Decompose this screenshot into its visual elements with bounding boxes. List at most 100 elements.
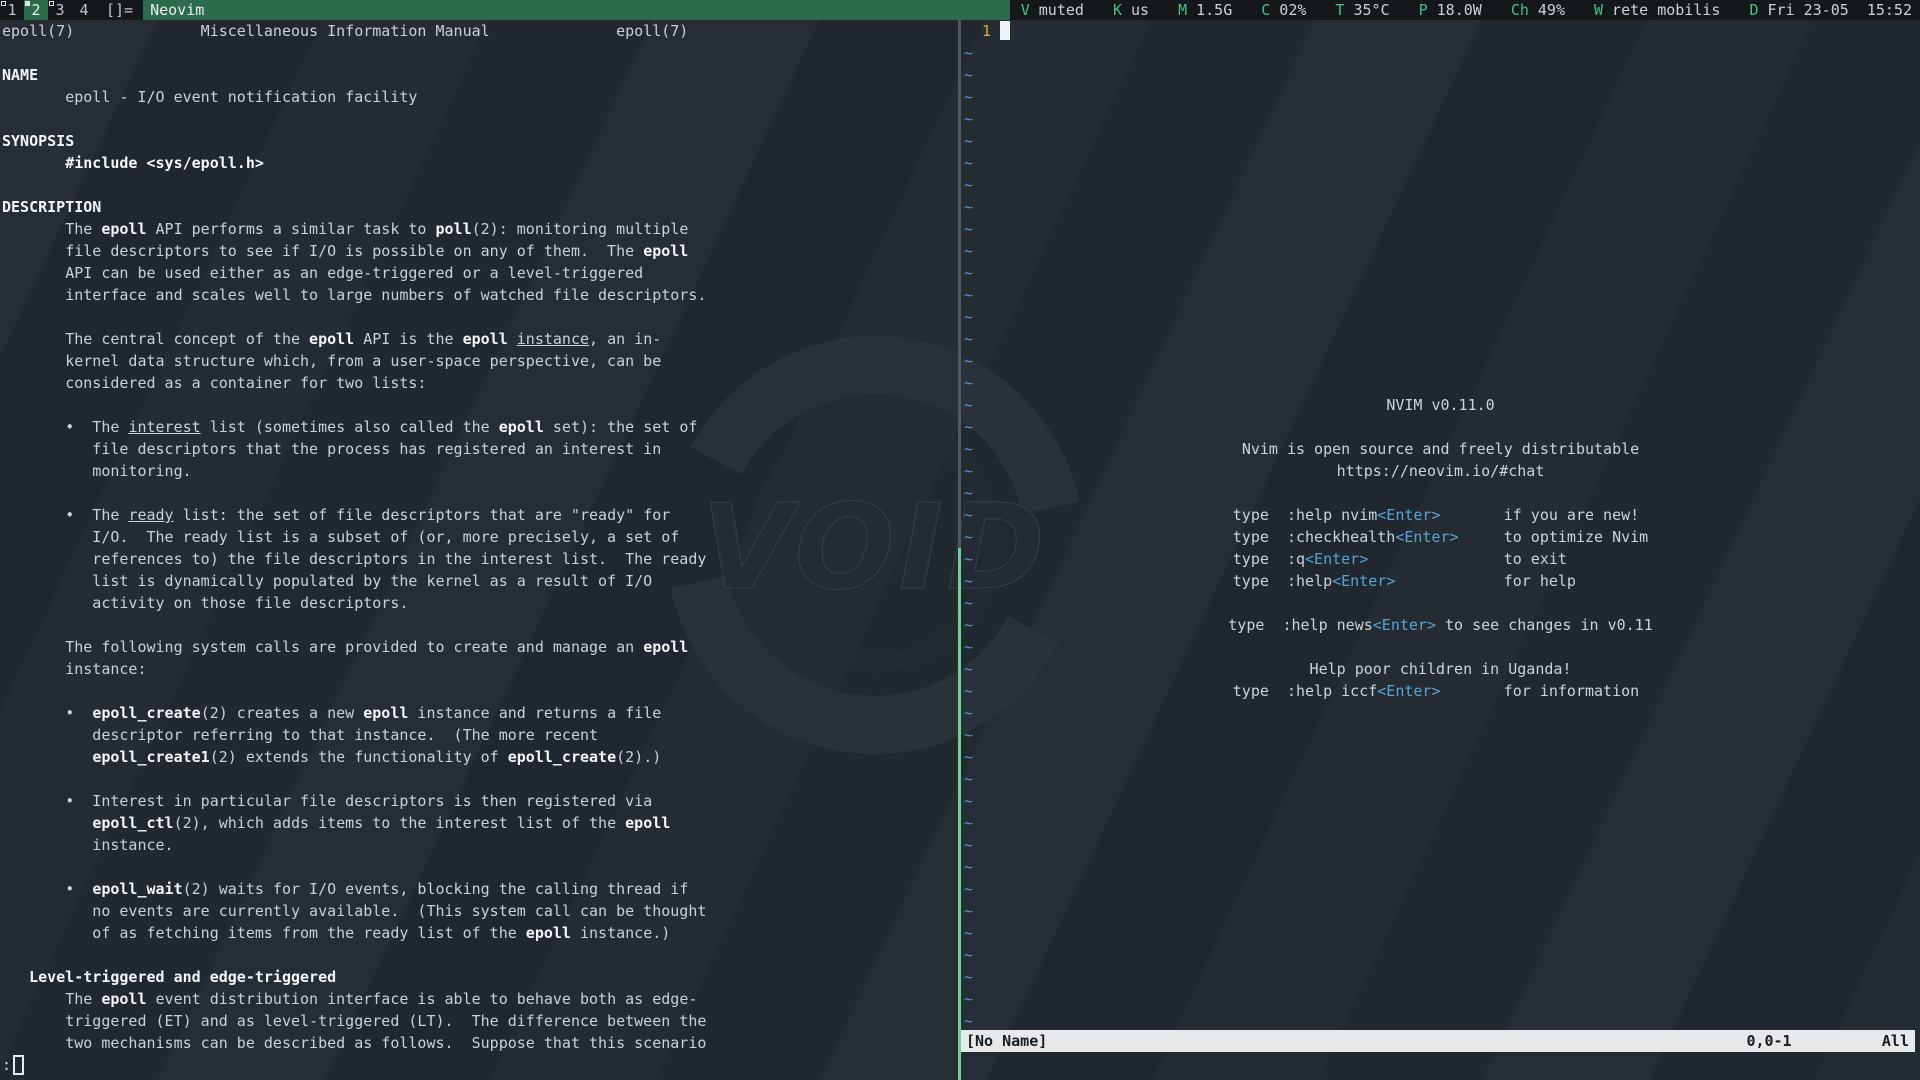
nvim-splash-line: [961, 482, 1920, 504]
status-module-key: K: [1113, 1, 1122, 19]
empty-line-tilde: ~: [964, 108, 973, 130]
empty-line-tilde: ~: [964, 768, 973, 790]
nvim-splash-line: https://neovim.io/#chat: [961, 460, 1920, 482]
nvim-splash-line: Help poor children in Uganda!: [961, 658, 1920, 680]
nvim-splash-line: type :q<Enter> to exit: [961, 548, 1920, 570]
empty-line-tilde: ~: [964, 702, 973, 724]
status-module-p: P 18.0W: [1419, 0, 1482, 20]
man-page-line: descriptor referring to that instance. (…: [2, 724, 958, 746]
empty-line-tilde: ~: [964, 966, 973, 988]
nvim-splash-line: Nvim is open source and freely distribut…: [961, 438, 1920, 460]
man-page-line: NAME: [2, 64, 958, 86]
empty-line-tilde: ~: [964, 746, 973, 768]
empty-line-tilde: ~: [964, 988, 973, 1010]
man-page-line: epoll - I/O event notification facility: [2, 86, 958, 108]
tag-occupancy-indicator: [1, 1, 6, 6]
status-module-m: M 1.5G: [1178, 0, 1232, 20]
man-page-line: list is dynamically populated by the ker…: [2, 570, 958, 592]
man-page-line: API can be used either as an edge-trigge…: [2, 262, 958, 284]
empty-line-tilde: ~: [964, 834, 973, 856]
workspace-tag-3[interactable]: 3: [48, 0, 72, 20]
nvim-splash-line: type :help iccf<Enter> for information: [961, 680, 1920, 702]
empty-line-tilde: ~: [964, 196, 973, 218]
man-page-line: no events are currently available. (This…: [2, 900, 958, 922]
workspace-tags: 1234: [0, 0, 96, 20]
window-border-focused: [958, 548, 961, 1080]
man-page-line: of as fetching items from the ready list…: [2, 922, 958, 944]
man-page-line: SYNOPSIS: [2, 130, 958, 152]
statusline-filename: [No Name]: [966, 1030, 1047, 1052]
nvim-splash-line: type :checkhealth<Enter> to optimize Nvi…: [961, 526, 1920, 548]
tag-label: 2: [31, 1, 40, 19]
nvim-statusline: [No Name] 0,0-1 All: [961, 1030, 1915, 1052]
man-page-line: interface and scales well to large numbe…: [2, 284, 958, 306]
status-module-ch: Ch 49%: [1511, 0, 1565, 20]
man-page-line: #include <sys/epoll.h>: [2, 152, 958, 174]
man-page-line: triggered (ET) and as level-triggered (L…: [2, 1010, 958, 1032]
man-page-line: two mechanisms can be described as follo…: [2, 1032, 958, 1054]
man-page-line: [2, 42, 958, 64]
empty-line-tilde: ~: [964, 306, 973, 328]
empty-line-tilde: ~: [964, 218, 973, 240]
man-page-line: [2, 680, 958, 702]
status-module-key: V: [1021, 1, 1030, 19]
status-module-value: 1.5G: [1187, 1, 1232, 19]
man-page-line: file descriptors to see if I/O is possib…: [2, 240, 958, 262]
man-page-line: [2, 108, 958, 130]
man-page-line: The central concept of the epoll API is …: [2, 328, 958, 350]
tag-label: 3: [55, 1, 64, 19]
nvim-intro-screen: NVIM v0.11.0 Nvim is open source and free…: [961, 394, 1920, 702]
empty-line-tilde: ~: [964, 328, 973, 350]
empty-line-tilde: ~: [964, 724, 973, 746]
man-page-line: [2, 768, 958, 790]
man-page-line: DESCRIPTION: [2, 196, 958, 218]
empty-line-tilde: ~: [964, 900, 973, 922]
status-module-t: T 35°C: [1335, 0, 1389, 20]
status-module-d: D Fri 23-05 15:52: [1749, 0, 1912, 20]
man-page-line: • epoll_wait(2) waits for I/O events, bl…: [2, 878, 958, 900]
empty-line-tilde: ~: [964, 174, 973, 196]
nvim-splash-line: [961, 592, 1920, 614]
man-page-line: The epoll event distribution interface i…: [2, 988, 958, 1010]
workspace-tag-4[interactable]: 4: [72, 0, 96, 20]
man-page-line: • epoll_create(2) creates a new epoll in…: [2, 702, 958, 724]
layout-symbol[interactable]: []=: [96, 0, 143, 20]
man-page-line: [2, 856, 958, 878]
man-page-line: The epoll API performs a similar task to…: [2, 218, 958, 240]
workspace-tag-2[interactable]: 2: [24, 0, 48, 20]
man-page-line: activity on those file descriptors.: [2, 592, 958, 614]
man-page-line: Level-triggered and edge-triggered: [2, 966, 958, 988]
workspace-tag-1[interactable]: 1: [0, 0, 24, 20]
empty-line-tilde: ~: [964, 856, 973, 878]
terminal-man-page-window[interactable]: epoll(7) Miscellaneous Information Manua…: [0, 20, 958, 1080]
status-module-value: Fri 23-05 15:52: [1758, 1, 1912, 19]
nvim-splash-line: NVIM v0.11.0: [961, 394, 1920, 416]
empty-line-tilde: ~: [964, 240, 973, 262]
pager-prompt-colon: :: [2, 1056, 11, 1074]
man-page-line: • Interest in particular file descriptor…: [2, 790, 958, 812]
terminal-cursor: [13, 1055, 24, 1075]
status-module-k: K us: [1113, 0, 1149, 20]
empty-line-tilde: ~: [964, 130, 973, 152]
empty-line-tilde: ~: [964, 372, 973, 394]
empty-line-tilde: ~: [964, 812, 973, 834]
empty-line-tilde: ~: [964, 922, 973, 944]
man-page-line: epoll(7) Miscellaneous Information Manua…: [2, 20, 958, 42]
man-page-line: [2, 944, 958, 966]
buffer-line-1: 1: [961, 20, 1920, 42]
man-page-line: file descriptors that the process has re…: [2, 438, 958, 460]
pager-prompt: :: [2, 1054, 24, 1076]
status-module-key: P: [1419, 1, 1428, 19]
nvim-splash-line: type :help nvim<Enter> if you are new!: [961, 504, 1920, 526]
tag-occupancy-indicator: [25, 1, 30, 6]
man-page-line: [2, 482, 958, 504]
man-page-line: [2, 306, 958, 328]
neovim-window[interactable]: 1 ~~~~~~~~~~~~~~~~~~~~~~~~~~~~~~~~~~~~~~…: [961, 20, 1920, 1080]
man-page-line: references to) the file descriptors in t…: [2, 548, 958, 570]
window-border-unfocused: [958, 20, 961, 548]
man-page-line: [2, 614, 958, 636]
man-page-line: [2, 174, 958, 196]
man-page-line: [2, 394, 958, 416]
empty-line-tilde: ~: [964, 1010, 973, 1032]
nvim-splash-line: [961, 636, 1920, 658]
